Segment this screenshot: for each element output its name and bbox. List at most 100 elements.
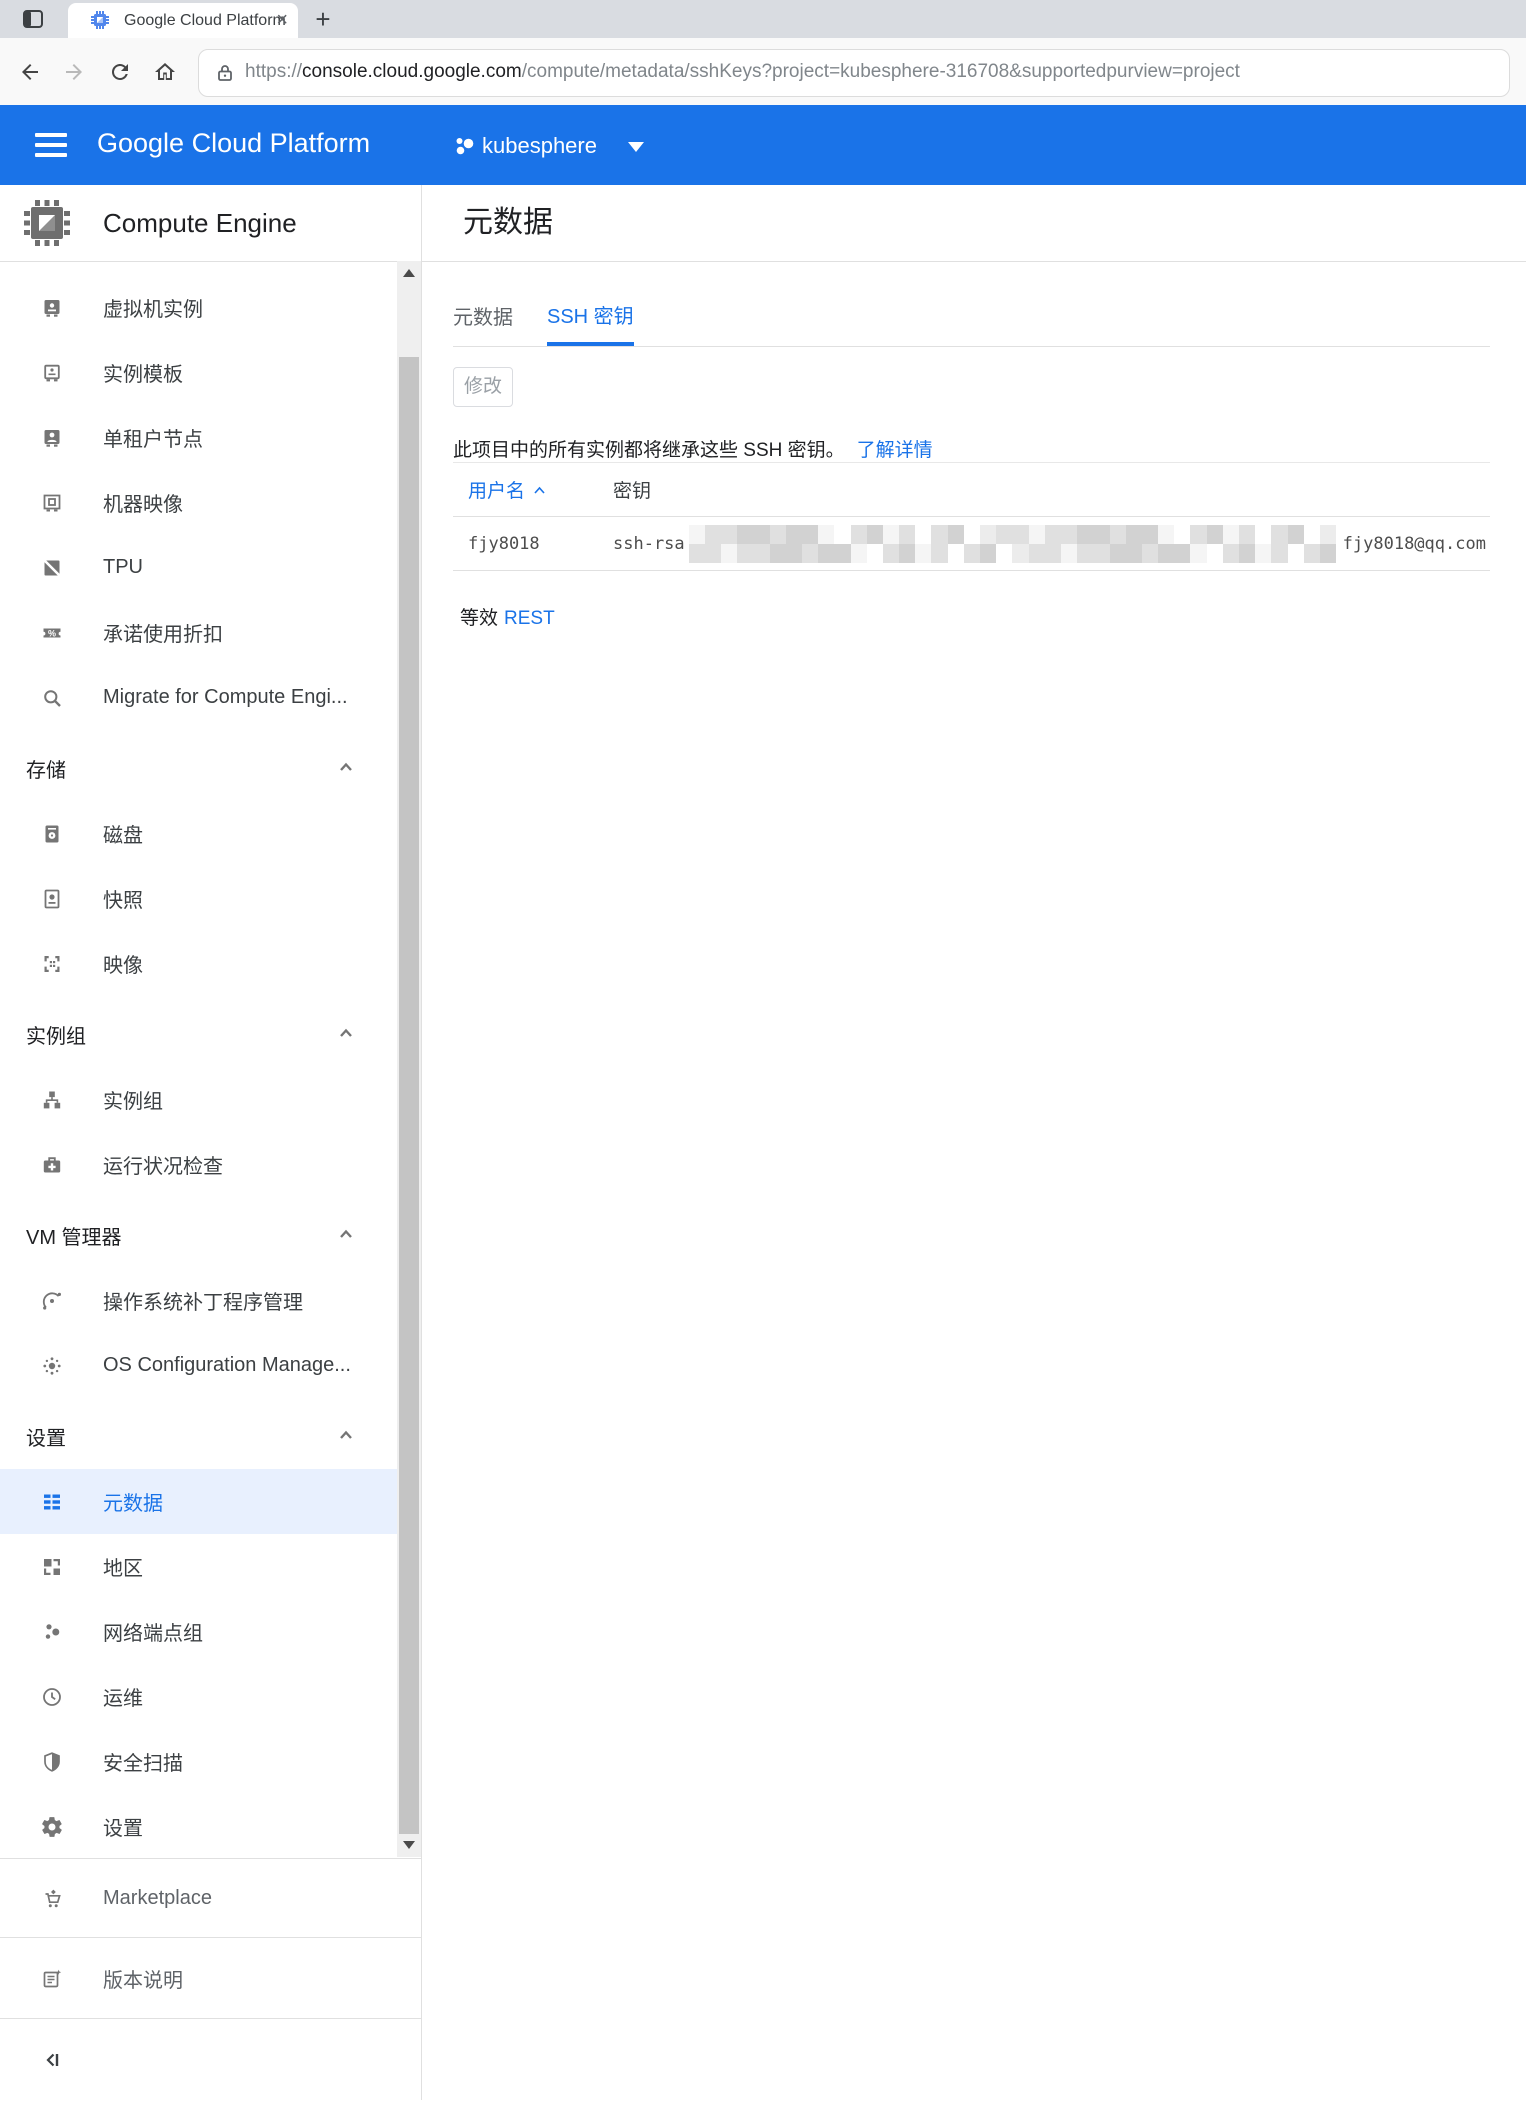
url-scheme: https:// [245,61,302,82]
sidebar-item-label: 实例组 [103,1085,163,1114]
disks-icon [40,822,64,846]
gcp-header: Google Cloud Platform kubesphere [0,105,1526,185]
sidebar-item-marketplace[interactable]: Marketplace [0,1858,421,1938]
sidebar-item-label: 网络端点组 [103,1617,203,1646]
os-patch-management-icon [40,1289,64,1313]
sidebar-item-health-checks[interactable]: 运行状况检查 [0,1132,397,1197]
sidebar-item-label: 运行状况检查 [103,1150,223,1179]
equivalent-rest-line: 等效 REST [460,603,555,630]
sidebar-collapse-button[interactable] [0,2018,421,2101]
address-bar[interactable]: https://console.cloud.google.com/compute… [198,49,1510,97]
sidebar-item-label: 版本说明 [103,1964,183,1993]
forward-icon[interactable] [62,60,86,84]
equivalent-label: 等效 [460,608,498,629]
sidebar-section-label: VM 管理器 [26,1221,122,1250]
sidebar-item-label: 虚拟机实例 [103,293,203,322]
release-notes-icon [40,1967,64,1991]
gcp-favicon-icon [90,10,110,30]
learn-more-link[interactable]: 了解详情 [857,440,933,461]
sidebar-item-label: TPU [103,556,143,579]
chevron-up-icon [338,1026,354,1040]
url-text: https://console.cloud.google.com/compute… [245,61,1240,83]
tab-bar: 元数据 SSH 密钥 [453,261,1490,347]
tab-metadata[interactable]: 元数据 [453,301,513,346]
column-header-key[interactable]: 密钥 [613,476,651,503]
operations-icon [40,1685,64,1709]
settings-icon [40,1815,64,1839]
sidebar-item-sole-tenant-nodes[interactable]: 单租户节点 [0,405,397,470]
sidebar-item-label: 元数据 [103,1487,163,1516]
sidebar-item-os-config-management[interactable]: OS Configuration Manage... [0,1333,397,1398]
rest-link[interactable]: REST [504,608,555,629]
sidebar-section-settings-section[interactable]: 设置 [0,1404,397,1469]
sidebar-section-label: 实例组 [26,1020,86,1049]
tab-title: Google Cloud Platform [124,12,286,30]
url-host: console.cloud.google.com [302,61,522,82]
sidebar-item-label: Marketplace [103,1887,212,1910]
regions-icon [40,1555,64,1579]
scrollbar-down-icon[interactable] [397,1833,421,1857]
cell-key: ssh-rsa fjy8018@qq.com [613,525,1486,563]
committed-use-discounts-icon: % [40,621,64,645]
tab-layout-icon[interactable] [20,7,46,31]
sidebar-item-images[interactable]: 映像 [0,931,397,996]
sidebar-item-os-patch-management[interactable]: 操作系统补丁程序管理 [0,1268,397,1333]
page-header: 元数据 [422,185,1526,262]
main-content: 元数据 元数据 SSH 密钥 修改 此项目中的所有实例都将继承这些 SSH 密钥… [422,185,1526,2100]
lock-icon [215,63,235,83]
sidebar-item-machine-images[interactable]: 机器映像 [0,470,397,535]
menu-icon[interactable] [35,133,67,157]
sidebar-item-release-notes[interactable]: 版本说明 [0,1937,421,2019]
sidebar-item-regions[interactable]: 地区 [0,1534,397,1599]
tab-close-icon[interactable]: × [276,9,288,31]
home-icon[interactable] [153,60,177,84]
sidebar-nav: 虚拟机实例实例模板单租户节点机器映像 TPU% 承诺使用折扣 Migrate for … [0,261,397,1857]
security-scan-icon [40,1750,64,1774]
sidebar-item-label: 承诺使用折扣 [103,618,223,647]
sidebar-item-tpu[interactable]: TPU [0,535,397,600]
vm-instances-icon [40,296,64,320]
sidebar-item-label: 运维 [103,1682,143,1711]
key-suffix: fjy8018@qq.com [1343,534,1486,554]
sidebar-item-snapshots[interactable]: 快照 [0,866,397,931]
browser-tab-bar: Google Cloud Platform × + [0,0,1526,38]
sidebar-item-security-scan[interactable]: 安全扫描 [0,1729,397,1794]
scrollbar-thumb[interactable] [399,357,419,1834]
sidebar-item-vm-instances[interactable]: 虚拟机实例 [0,275,397,340]
sidebar-item-metadata[interactable]: 元数据 [0,1469,397,1534]
refresh-icon[interactable] [108,60,132,84]
browser-toolbar: https://console.cloud.google.com/compute… [0,38,1526,105]
sidebar-item-label: 磁盘 [103,819,143,848]
back-icon[interactable] [18,60,42,84]
sidebar-item-operations[interactable]: 运维 [0,1664,397,1729]
sidebar-item-instance-groups[interactable]: 实例组 [0,1067,397,1132]
sidebar-item-label: 机器映像 [103,488,183,517]
sidebar-item-label: 安全扫描 [103,1747,183,1776]
compute-engine-icon [22,198,72,248]
chevron-up-icon [338,1428,354,1442]
sidebar-item-instance-templates[interactable]: 实例模板 [0,340,397,405]
sidebar-section-label: 设置 [26,1422,66,1451]
os-config-management-icon [40,1354,64,1378]
sidebar-section-storage[interactable]: 存储 [0,736,397,801]
svg-text:%: % [48,628,56,638]
browser-tab[interactable]: Google Cloud Platform × [68,3,298,38]
edit-button[interactable]: 修改 [453,367,513,407]
sidebar-item-settings[interactable]: 设置 [0,1794,397,1857]
collapse-sidebar-icon [40,2048,64,2072]
tab-ssh-keys[interactable]: SSH 密钥 [547,300,634,346]
sidebar-item-network-endpoint-groups[interactable]: 网络端点组 [0,1599,397,1664]
scrollbar-up-icon[interactable] [397,261,421,285]
new-tab-button[interactable]: + [306,2,340,36]
sidebar-item-label: Migrate for Compute Engi... [103,686,348,709]
sidebar-section-instance-groups-section[interactable]: 实例组 [0,1002,397,1067]
url-path: /compute/metadata/sshKeys?project=kubesp… [522,61,1240,82]
column-header-username[interactable]: 用户名 [453,476,613,503]
sidebar-item-disks[interactable]: 磁盘 [0,801,397,866]
chevron-up-icon [338,760,354,774]
migrate-icon [40,686,64,710]
sidebar-item-committed-use-discounts[interactable]: % 承诺使用折扣 [0,600,397,665]
sidebar-item-migrate[interactable]: Migrate for Compute Engi... [0,665,397,730]
sidebar-section-vm-manager[interactable]: VM 管理器 [0,1203,397,1268]
images-icon [40,952,64,976]
